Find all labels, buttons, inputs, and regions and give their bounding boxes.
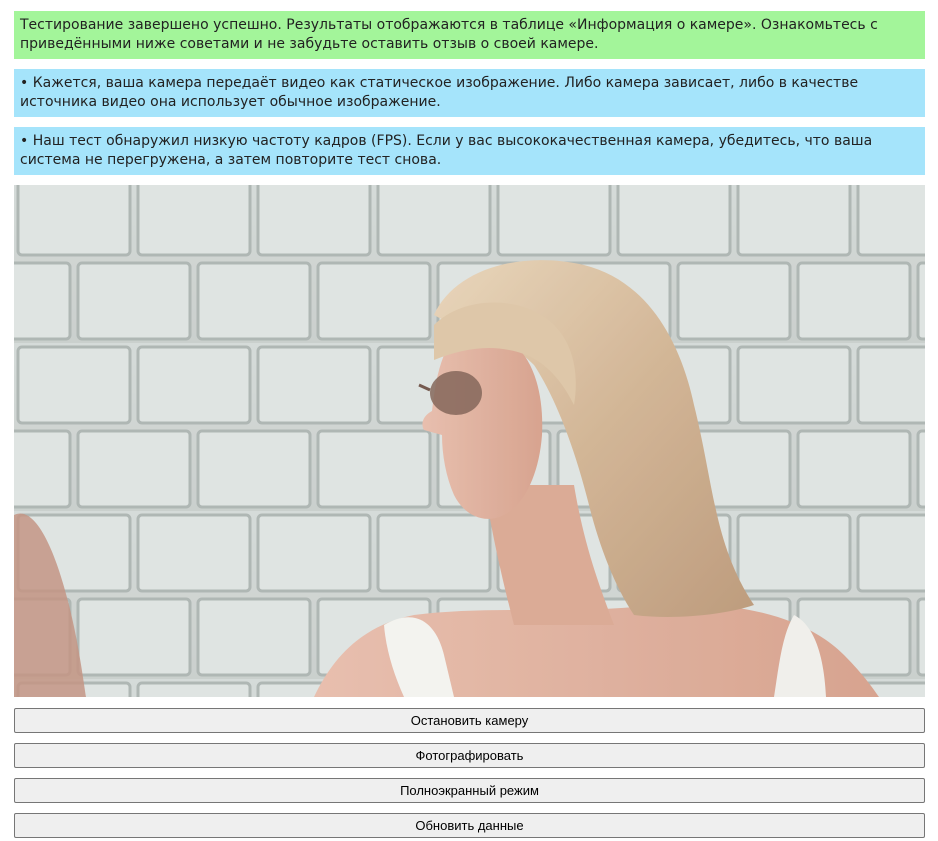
camera-controls: Остановить камеру Фотографировать Полноэ… (14, 708, 925, 838)
refresh-data-button[interactable]: Обновить данные (14, 813, 925, 838)
camera-test-panel: Тестирование завершено успешно. Результа… (14, 11, 925, 838)
low-fps-tip: • Наш тест обнаружил низкую частоту кадр… (14, 127, 925, 175)
stop-camera-button[interactable]: Остановить камеру (14, 708, 925, 733)
success-message: Тестирование завершено успешно. Результа… (14, 11, 925, 59)
camera-video-preview (14, 185, 925, 697)
fullscreen-button[interactable]: Полноэкранный режим (14, 778, 925, 803)
video-frame-image (14, 185, 925, 697)
static-image-tip: • Кажется, ваша камера передаёт видео ка… (14, 69, 925, 117)
take-photo-button[interactable]: Фотографировать (14, 743, 925, 768)
